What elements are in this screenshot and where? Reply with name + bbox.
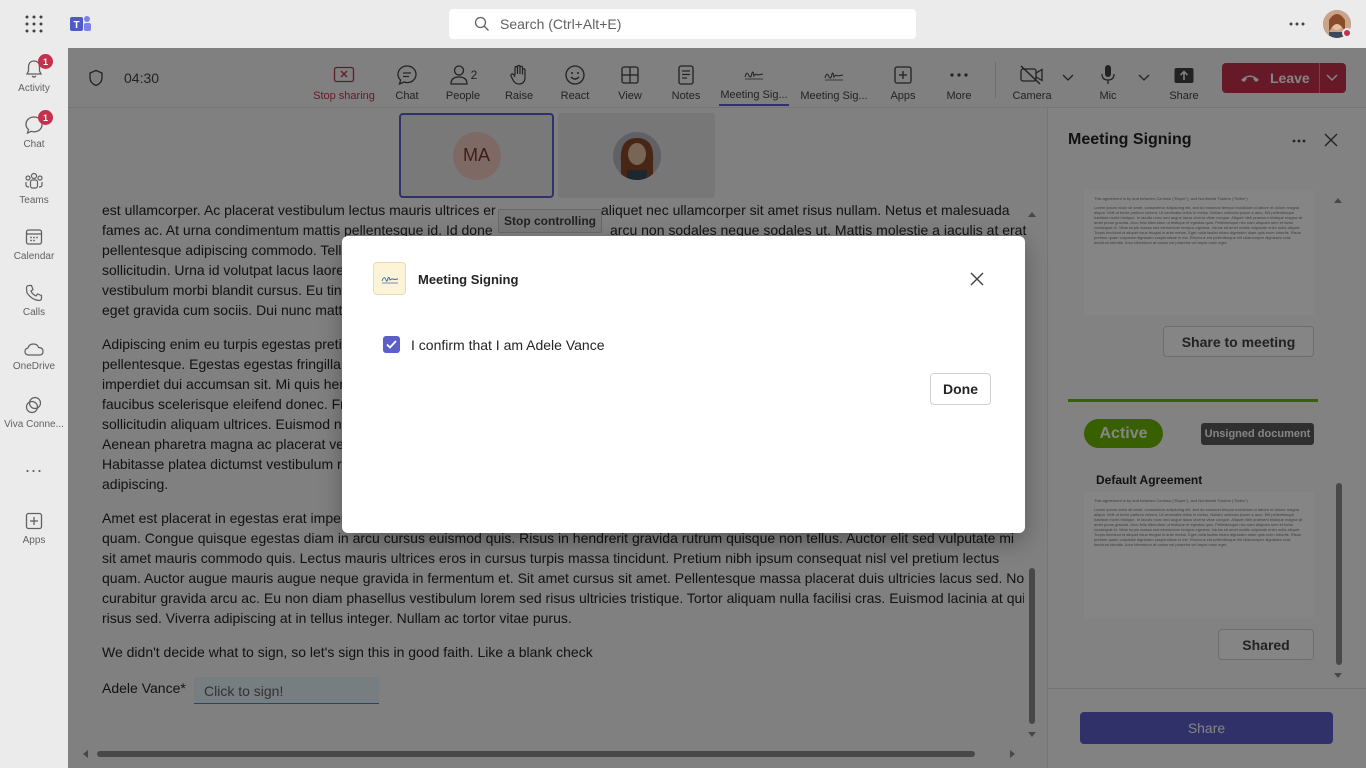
activity-badge: 1 [38,54,53,69]
phone-icon [25,284,43,301]
confirm-identity-label: I confirm that I am Adele Vance [411,337,605,353]
rail-label: Activity [18,82,50,94]
rail-item-activity[interactable]: Activity 1 [0,48,68,104]
rail-item-onedrive[interactable]: OneDrive [0,328,68,384]
confirm-identity-dialog: Meeting Signing I confirm that I am Adel… [342,236,1025,533]
viva-connections-icon [25,396,42,413]
rail-label: Teams [19,194,49,206]
done-button[interactable]: Done [930,373,991,405]
search-input[interactable]: Search (Ctrl+Alt+E) [449,9,916,39]
presence-dnd-icon [1342,28,1352,38]
cloud-icon [24,342,44,356]
rail-item-viva[interactable]: Viva Conne... [0,384,68,440]
svg-text:T: T [73,20,79,31]
rail-item-teams[interactable]: Teams [0,160,68,216]
chat-badge: 1 [38,110,53,125]
search-placeholder: Search (Ctrl+Alt+E) [500,16,622,32]
rail-label: Calls [22,306,46,318]
rail-item-chat[interactable]: Chat 1 [0,104,68,160]
rail-label: OneDrive [12,360,56,372]
rail-label: Chat [23,138,45,150]
dialog-title: Meeting Signing [418,272,519,287]
rail-item-calendar[interactable]: Calendar [0,216,68,272]
confirm-identity-checkbox[interactable] [383,336,400,353]
checkmark-icon [386,340,397,349]
add-app-icon [25,512,43,529]
modal-overlay-toolbar [68,48,1366,108]
rail-label: Apps [22,534,46,546]
calendar-icon [25,228,43,245]
rail-label: Viva Conne... [4,418,64,430]
search-icon [474,16,489,31]
meeting-signing-app-icon [373,262,406,295]
teams-icon [25,172,43,189]
rail-item-calls[interactable]: Calls [0,272,68,328]
dialog-close-icon[interactable] [970,272,984,286]
title-bar: T Search (Ctrl+Alt+E) [0,0,1366,48]
app-rail: Activity 1 Chat 1 Teams Calendar Calls O… [0,48,68,768]
rail-item-more[interactable]: ... [0,440,68,492]
settings-more-icon[interactable] [1289,22,1305,26]
rail-item-apps[interactable]: Apps [0,500,68,556]
app-launcher-icon[interactable] [25,15,43,33]
rail-label: Calendar [13,250,55,262]
more-icon: ... [24,455,43,476]
teams-logo-icon: T [70,14,92,34]
